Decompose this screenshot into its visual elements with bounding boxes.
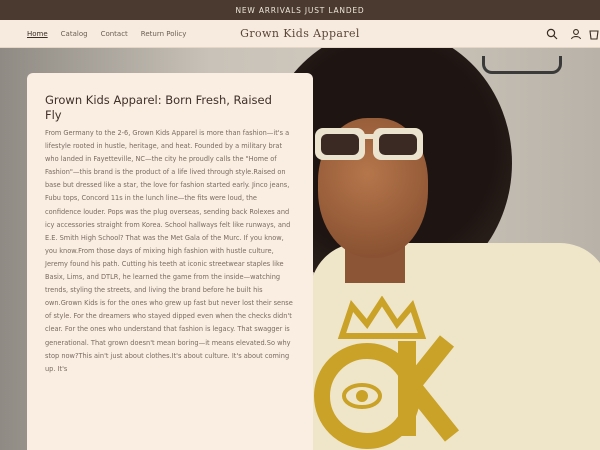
- cart-icon[interactable]: [588, 20, 600, 48]
- story-body: From Germany to the 2-6, Grown Kids Appa…: [45, 129, 293, 373]
- nav-link-contact[interactable]: Contact: [101, 30, 128, 38]
- header-icons: [540, 20, 600, 48]
- nav-link-home[interactable]: Home: [27, 30, 48, 38]
- main-nav: Home Catalog Contact Return Policy: [27, 20, 199, 48]
- shirt-logo-icon: [314, 296, 460, 449]
- site-header: Home Catalog Contact Return Policy Grown…: [0, 20, 600, 48]
- story-card: Grown Kids Apparel: Born Fresh, Raised F…: [27, 73, 313, 450]
- brand-logo-text[interactable]: Grown Kids Apparel: [240, 27, 360, 40]
- account-icon[interactable]: [564, 20, 588, 48]
- sunglasses-icon: [315, 128, 423, 160]
- announcement-bar: NEW ARRIVALS JUST LANDED: [0, 0, 600, 20]
- nav-link-return-policy[interactable]: Return Policy: [141, 30, 187, 38]
- search-icon[interactable]: [540, 20, 564, 48]
- announcement-text: NEW ARRIVALS JUST LANDED: [235, 5, 365, 15]
- nav-link-catalog[interactable]: Catalog: [61, 30, 88, 38]
- graffiti-art: [482, 56, 562, 74]
- story-title: Grown Kids Apparel: Born Fresh, Raised F…: [45, 93, 272, 122]
